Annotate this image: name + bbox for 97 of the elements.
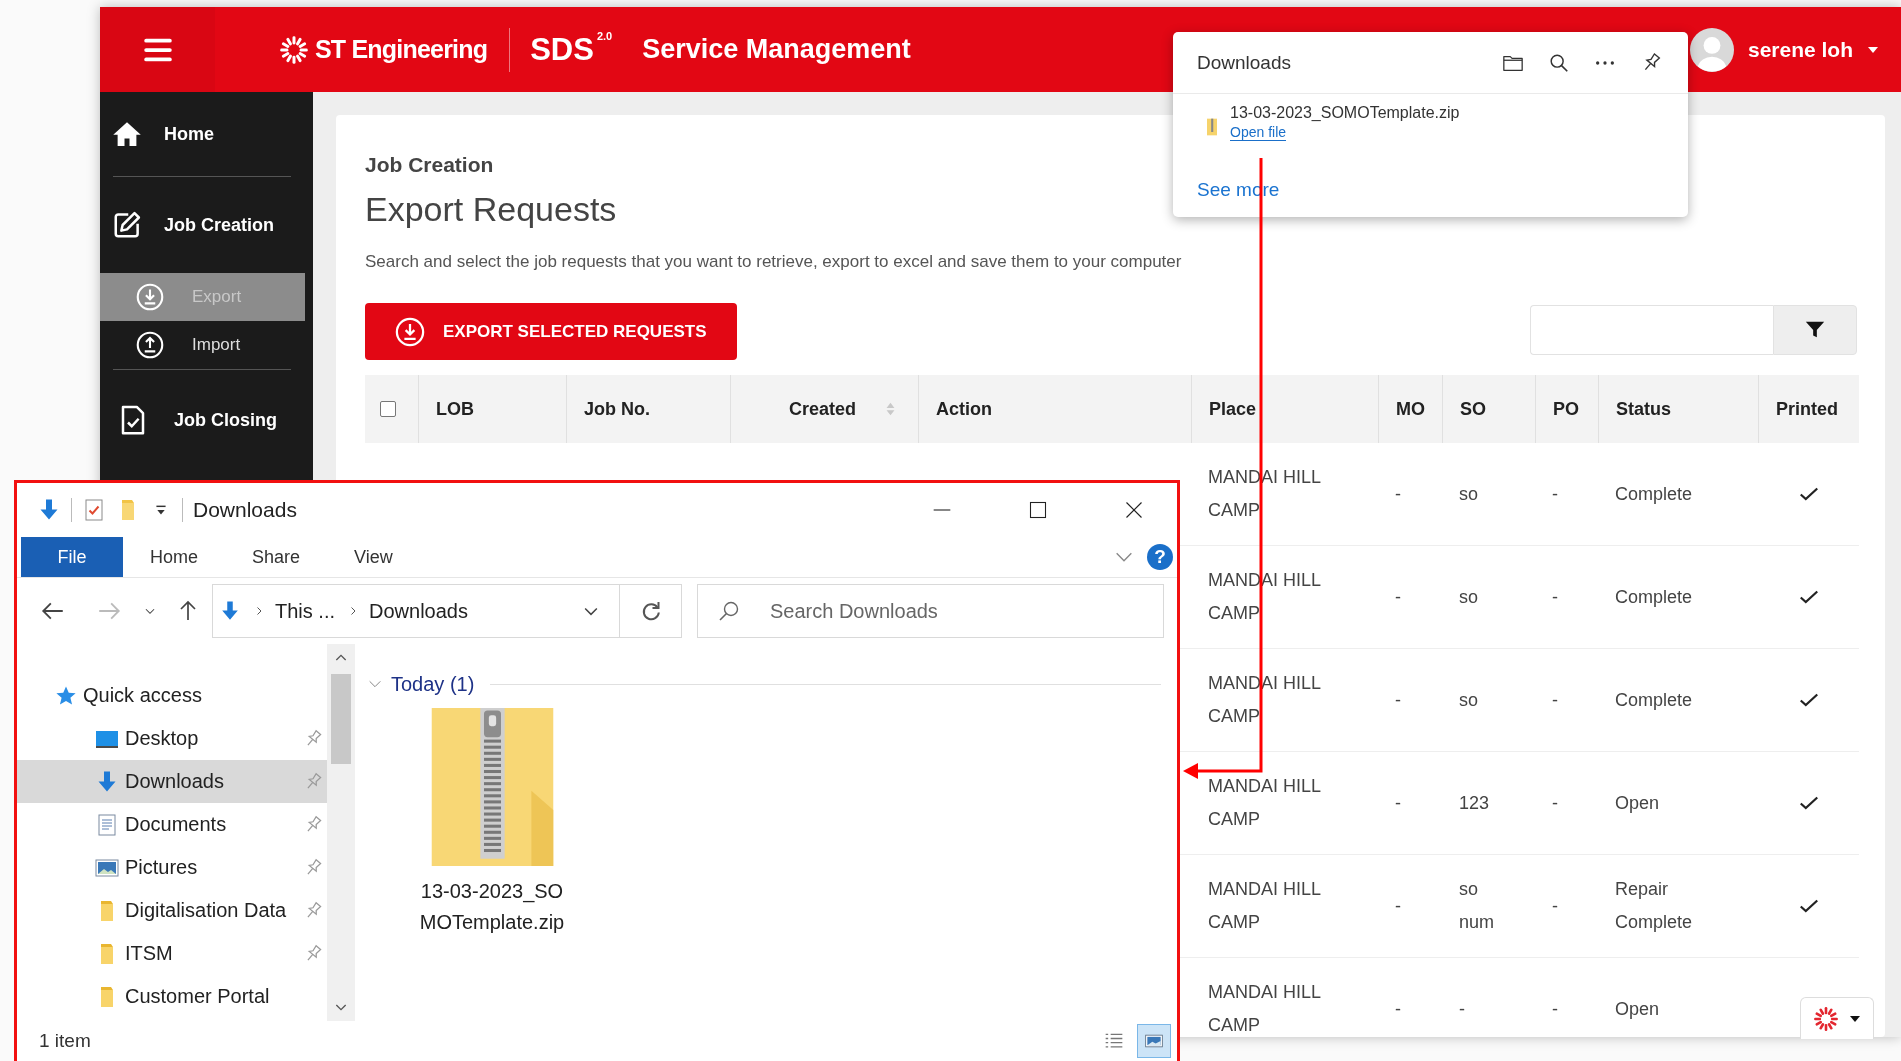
- nav-item[interactable]: Customer Portal: [17, 975, 327, 1018]
- brand-name: ST Engineering: [315, 35, 488, 64]
- table-cell-text: -: [1394, 791, 1402, 815]
- column-header[interactable]: SO: [1442, 375, 1535, 443]
- file-name[interactable]: 13-03-2023_SOMOTemplate.zip: [417, 876, 567, 938]
- table-cell-text: Complete: [1614, 585, 1694, 609]
- document-icon: [95, 812, 119, 837]
- table-cell-text: MANDAI HILL CAMP: [1207, 878, 1322, 934]
- view-button[interactable]: [1137, 1024, 1171, 1058]
- nav-item[interactable]: Quick access: [17, 674, 327, 717]
- sidebar-item[interactable]: Job Creation: [100, 177, 313, 273]
- breadcrumb-item[interactable]: Downloads: [369, 599, 468, 623]
- edit-icon: [112, 209, 142, 241]
- table-cell-text: -: [1458, 997, 1466, 1021]
- page-title: Export Requests: [365, 189, 617, 229]
- breadcrumb-item[interactable]: This ...: [275, 599, 335, 623]
- column-header[interactable]: Printed: [1758, 375, 1859, 443]
- product-name: SDS$^{2.0}$: [530, 31, 613, 68]
- export-button[interactable]: EXPORT SELECTED REQUESTS: [365, 303, 737, 360]
- table-cell-text: Complete: [1614, 482, 1694, 506]
- ribbon-tab[interactable]: File: [21, 537, 123, 577]
- column-header[interactable]: PO: [1535, 375, 1598, 443]
- group-header[interactable]: Today (1): [391, 672, 475, 696]
- minimize-icon: [932, 509, 952, 511]
- user-menu[interactable]: serene loh: [1689, 27, 1879, 72]
- column-header[interactable]: Place: [1191, 375, 1378, 443]
- page-description: Search and select the job requests that you want to retrieve, export to excel and save them to your computer: [365, 251, 1183, 273]
- table-cell-text: -: [1551, 894, 1559, 918]
- column-header[interactable]: Created: [730, 375, 918, 443]
- search-icon: [717, 599, 741, 623]
- nav-item[interactable]: Pictures: [17, 846, 327, 889]
- address-bar[interactable]: This ... Downloads: [212, 584, 620, 638]
- upload-icon: [136, 331, 164, 359]
- table-cell-text: so: [1458, 585, 1479, 609]
- nav-item[interactable]: Documents: [17, 803, 327, 846]
- avatar-icon: [1689, 27, 1734, 72]
- scroll-thumb[interactable]: [331, 674, 351, 764]
- table-cell-text: -: [1394, 585, 1402, 609]
- search-field[interactable]: Search Downloads: [697, 584, 1164, 638]
- starburst-logo-icon: [279, 34, 309, 65]
- table-cell-text: Open: [1614, 791, 1661, 815]
- assistant-button[interactable]: [1800, 997, 1874, 1039]
- table-cell-text: so: [1458, 688, 1479, 712]
- window-title: Downloads: [193, 498, 297, 522]
- column-header[interactable]: Action: [918, 375, 1191, 443]
- nav-item[interactable]: Desktop: [17, 717, 327, 760]
- nav-item[interactable]: ITSM: [17, 932, 327, 975]
- ribbon-tab[interactable]: Home: [123, 537, 225, 577]
- column-header[interactable]: MO: [1378, 375, 1442, 443]
- item-count: 1 item: [39, 1030, 91, 1052]
- download-icon: [395, 316, 425, 347]
- scrollbar[interactable]: [327, 644, 355, 1021]
- more-icon: [1594, 59, 1616, 66]
- table-cell-text: -: [1551, 585, 1559, 609]
- column-header[interactable]: LOB: [418, 375, 566, 443]
- section-title: Job Creation: [365, 153, 494, 177]
- checklist-icon[interactable]: [82, 497, 106, 523]
- refresh-button[interactable]: [620, 584, 682, 638]
- file-name: 13-03-2023_SOMOTemplate.zip: [1230, 104, 1460, 122]
- table-cell-text: -: [1394, 688, 1402, 712]
- table-cell-text: MANDAI HILL CAMP: [1207, 981, 1322, 1037]
- table-cell-text: -: [1394, 482, 1402, 506]
- ribbon-tab[interactable]: View: [327, 537, 420, 577]
- table-cell-text: -: [1394, 894, 1402, 918]
- close-icon: [1124, 500, 1144, 520]
- sidebar-item[interactable]: Job Closing: [100, 370, 313, 470]
- table-cell-text: -: [1551, 688, 1559, 712]
- zip-folder-icon[interactable]: [429, 708, 555, 866]
- open-file-link[interactable]: Open file: [1230, 124, 1287, 141]
- search-field[interactable]: [1530, 304, 1773, 355]
- nav-item[interactable]: Digitalisation Data: [17, 889, 327, 932]
- column-header[interactable]: Job No.: [566, 375, 730, 443]
- menu-button[interactable]: [100, 7, 215, 92]
- download-icon: [136, 283, 164, 311]
- table-cell-text: so num: [1458, 878, 1495, 934]
- checkbox[interactable]: [380, 401, 396, 417]
- column-header[interactable]: Status: [1598, 375, 1758, 443]
- starburst-logo-icon: [1813, 1005, 1839, 1032]
- table-cell-text: -: [1551, 482, 1559, 506]
- table-cell-text: -: [1551, 791, 1559, 815]
- app-title: Service Management: [642, 34, 911, 65]
- table-cell-text: Repair Complete: [1614, 878, 1694, 934]
- ribbon-tab[interactable]: Share: [225, 537, 328, 577]
- table-cell-text: Open: [1614, 997, 1661, 1021]
- table-cell-text: 123: [1458, 791, 1491, 815]
- sidebar-subitem[interactable]: Import: [100, 321, 305, 369]
- nav-item[interactable]: Downloads: [17, 760, 327, 803]
- table-cell-text: Complete: [1614, 688, 1694, 712]
- sidebar-item[interactable]: Home: [100, 92, 313, 176]
- table-cell-text: so: [1458, 482, 1479, 506]
- panel-title: Downloads: [1197, 51, 1291, 74]
- maximize-icon: [1028, 500, 1048, 520]
- table-cell-text: -: [1394, 997, 1402, 1021]
- help-button[interactable]: ?: [1147, 544, 1173, 570]
- filter-button[interactable]: [1773, 304, 1857, 355]
- table-cell-text: MANDAI HILL CAMP: [1207, 775, 1322, 831]
- table-cell-text: -: [1551, 997, 1559, 1021]
